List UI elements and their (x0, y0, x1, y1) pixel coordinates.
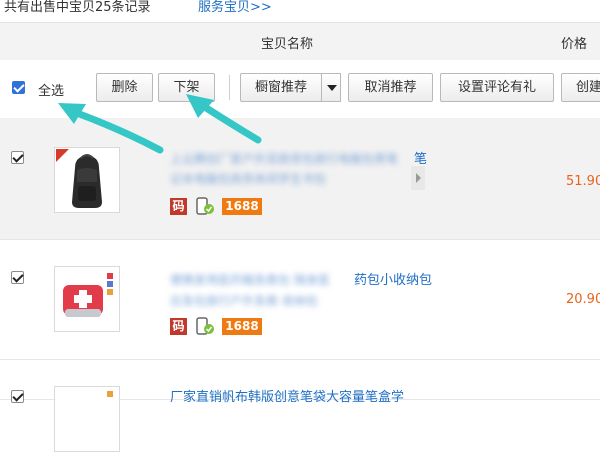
table-row: 便携家用医药箱急救包 随身医 药包小收纳包 应急包旅行户外急救 收纳包 码 16… (0, 240, 600, 360)
column-header-name: 宝贝名称 (261, 37, 314, 52)
product-title-link[interactable]: 笔 (414, 148, 427, 167)
badge-1688: 1688 (222, 318, 262, 335)
row-checkbox[interactable] (11, 271, 24, 284)
product-title-link[interactable]: 药包小收纳包 (354, 269, 432, 288)
product-price: 20.90 (566, 292, 600, 307)
product-title-blurred: 便携家用医药箱急救包 随身医 (170, 273, 330, 287)
cancel-recommend-button[interactable]: 取消推荐 (348, 73, 433, 102)
code-badge: 码 (170, 318, 187, 335)
table-row: 上云腾创厂家户外双肩背包旅行电脑包男笔 笔 记本电脑包商务休闲学生书包 码 16… (0, 118, 600, 240)
backpack-image (56, 149, 102, 208)
badge-1688: 1688 (222, 198, 262, 215)
mobile-verified-icon (195, 317, 215, 335)
collapse-handle-icon[interactable] (411, 166, 425, 190)
summary-bar: 共有出售中宝贝25条记录 服务宝贝>> (0, 0, 600, 22)
product-title-blurred: 上云腾创厂家户外双肩背包旅行电脑包男笔 (170, 152, 399, 166)
table-header: 宝贝名称 价格 (0, 22, 600, 62)
window-recommend-button[interactable]: 橱窗推荐 (240, 73, 322, 102)
mobile-verified-icon (195, 197, 215, 215)
set-review-gift-button[interactable]: 设置评论有礼 (440, 73, 554, 102)
toolbar-divider (229, 75, 230, 100)
select-all-checkbox[interactable] (12, 81, 25, 94)
product-thumbnail-pencil-case[interactable] (54, 386, 120, 452)
row-checkbox[interactable] (11, 390, 24, 403)
product-subtitle-blurred: 应急包旅行户外急救 收纳包 (170, 294, 318, 308)
record-count: 共有出售中宝贝25条记录 (4, 0, 151, 15)
first-aid-kit-image (63, 273, 113, 317)
product-price: 51.90 (566, 174, 600, 189)
row-checkbox[interactable] (11, 151, 24, 164)
product-title-link[interactable]: 厂家直销帆布韩版创意笔袋大容量笔盒学 (170, 386, 404, 405)
delete-button[interactable]: 删除 (96, 73, 153, 102)
product-thumbnail-backpack[interactable] (54, 147, 120, 213)
select-all-label[interactable]: 全选 (38, 80, 64, 99)
product-subtitle-blurred: 记本电脑包商务休闲学生书包 (170, 172, 327, 186)
create-button[interactable]: 创建 (561, 73, 600, 102)
takedown-button[interactable]: 下架 (158, 73, 215, 102)
window-recommend-dropdown-icon[interactable] (321, 73, 341, 102)
column-header-price[interactable]: 价格 (561, 33, 587, 52)
product-thumbnail-first-aid[interactable] (54, 266, 120, 332)
service-items-link[interactable]: 服务宝贝>> (198, 0, 272, 15)
code-badge: 码 (170, 198, 187, 215)
table-row: 厂家直销帆布韩版创意笔袋大容量笔盒学 (0, 360, 600, 452)
